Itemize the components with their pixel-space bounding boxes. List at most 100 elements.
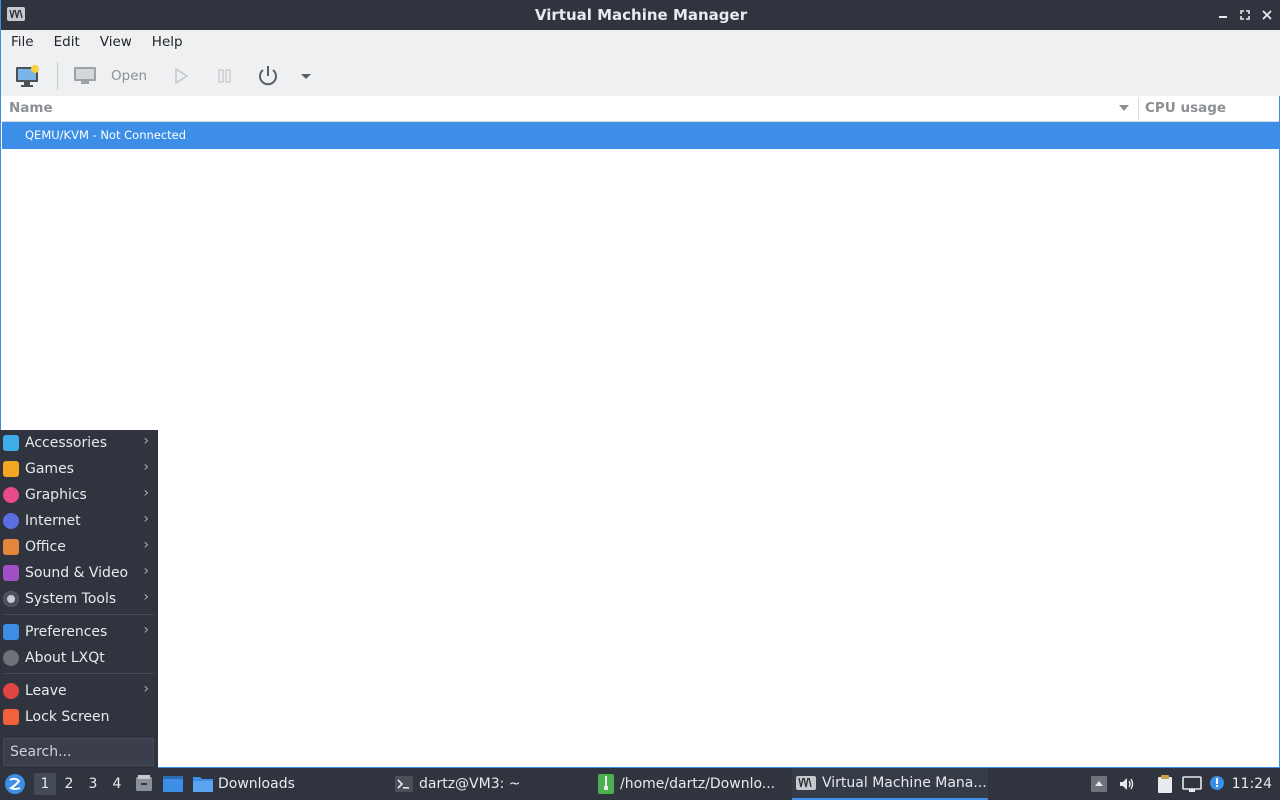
task-archive-label: /home/dartz/Downlo... — [620, 776, 776, 792]
menu-accessories-label: Accessories — [25, 435, 108, 451]
desktop-3-button[interactable]: 3 — [82, 773, 104, 795]
start-menu: Accessories › Games › Graphics › Interne… — [0, 430, 158, 768]
run-button[interactable] — [173, 62, 189, 90]
sort-down-icon[interactable] — [1117, 102, 1131, 114]
start-menu-button[interactable] — [4, 768, 26, 800]
play-icon — [175, 67, 189, 85]
lxqt-logo-icon — [5, 774, 25, 794]
menu-leave-label: Leave — [25, 683, 67, 699]
show-desktop-button[interactable] — [162, 768, 184, 800]
office-icon — [3, 539, 19, 555]
new-vm-icon — [16, 65, 39, 87]
shutdown-button[interactable] — [256, 62, 280, 90]
pause-button[interactable] — [217, 62, 233, 90]
archive-icon — [598, 774, 614, 794]
menu-edit[interactable]: Edit — [44, 30, 90, 56]
menu-bar: File Edit View Help — [1, 30, 1280, 56]
volume-icon — [1120, 778, 1134, 790]
menu-office[interactable]: Office › — [0, 534, 158, 560]
virt-manager-window: Virtual Machine Manager File Edit View H… — [0, 0, 1280, 768]
chevron-right-icon: › — [143, 622, 149, 638]
open-button[interactable]: Open — [73, 62, 147, 90]
terminal-icon — [395, 776, 413, 792]
connection-label: QEMU/KVM - Not Connected — [25, 128, 187, 142]
task-downloads[interactable]: Downloads — [192, 768, 382, 800]
network-button[interactable] — [1182, 768, 1202, 800]
network-icon — [1182, 776, 1202, 792]
menu-help[interactable]: Help — [142, 30, 193, 56]
minimize-button[interactable] — [1213, 5, 1233, 25]
menu-leave[interactable]: Leave › — [0, 678, 158, 704]
toolbar: Open — [1, 56, 1280, 96]
task-downloads-label: Downloads — [218, 776, 295, 792]
menu-separator — [4, 614, 154, 615]
sound-video-icon — [3, 565, 19, 581]
chevron-right-icon: › — [143, 537, 149, 553]
search-placeholder: Search... — [10, 744, 72, 760]
clipboard-icon — [1158, 775, 1172, 793]
column-name[interactable]: Name — [9, 100, 53, 116]
desktop-2-button[interactable]: 2 — [58, 773, 80, 795]
file-manager-launcher[interactable] — [134, 768, 154, 800]
menu-graphics-label: Graphics — [25, 487, 87, 503]
menu-lock-screen[interactable]: Lock Screen — [0, 704, 158, 730]
connection-row[interactable]: QEMU/KVM - Not Connected — [2, 122, 1279, 149]
window-title: Virtual Machine Manager — [534, 6, 748, 24]
monitor-icon — [74, 67, 96, 84]
menu-games-label: Games — [25, 461, 74, 477]
menu-graphics[interactable]: Graphics › — [0, 482, 158, 508]
power-icon — [259, 66, 277, 86]
task-terminal-label: dartz@VM3: ~ — [419, 776, 521, 792]
desktop-1-button[interactable]: 1 — [34, 773, 56, 795]
column-cpu-usage[interactable]: CPU usage — [1145, 100, 1226, 116]
clock[interactable]: 11:24 — [1232, 776, 1272, 792]
tray-expand-button[interactable] — [1090, 768, 1108, 800]
menu-preferences[interactable]: Preferences › — [0, 619, 158, 645]
chevron-right-icon: › — [143, 459, 149, 475]
show-desktop-icon — [163, 776, 183, 792]
tray-arrow-icon — [1091, 776, 1107, 792]
new-vm-button[interactable] — [15, 62, 41, 90]
menu-system-tools[interactable]: System Tools › — [0, 586, 158, 612]
task-terminal[interactable]: dartz@VM3: ~ — [394, 768, 590, 800]
updates-icon — [1210, 776, 1224, 790]
maximize-button[interactable] — [1235, 5, 1255, 25]
chevron-right-icon: › — [143, 563, 149, 579]
desktop-4-button[interactable]: 4 — [106, 773, 128, 795]
internet-icon — [3, 513, 19, 529]
power-icon — [3, 683, 19, 699]
info-icon — [3, 650, 19, 666]
menu-file[interactable]: File — [1, 30, 44, 56]
chevron-down-icon — [301, 74, 311, 79]
task-virt-manager[interactable]: Virtual Machine Mana... — [792, 768, 988, 800]
menu-view[interactable]: View — [90, 30, 142, 56]
menu-sound-video-label: Sound & Video — [25, 565, 129, 581]
taskbar: 1 2 3 4 Downloads dartz@VM3: ~ /home/dar… — [0, 768, 1280, 800]
file-manager-icon — [136, 775, 152, 791]
volume-button[interactable] — [1118, 768, 1136, 800]
graphics-icon — [3, 487, 19, 503]
lock-icon — [3, 709, 19, 725]
menu-internet[interactable]: Internet › — [0, 508, 158, 534]
menu-lock-label: Lock Screen — [25, 709, 110, 725]
preferences-icon — [3, 624, 19, 640]
close-button[interactable] — [1257, 5, 1277, 25]
shutdown-menu-button[interactable] — [299, 62, 313, 90]
clipboard-button[interactable] — [1156, 768, 1174, 800]
menu-about-label: About LXQt — [25, 650, 105, 666]
menu-search-input[interactable]: Search... — [3, 738, 154, 766]
chevron-right-icon: › — [143, 681, 149, 697]
system-tools-icon — [3, 591, 19, 607]
menu-separator — [4, 673, 154, 674]
menu-games[interactable]: Games › — [0, 456, 158, 482]
menu-internet-label: Internet — [25, 513, 81, 529]
title-bar[interactable]: Virtual Machine Manager — [1, 0, 1280, 30]
task-archive[interactable]: /home/dartz/Downlo... — [596, 768, 786, 800]
menu-about-lxqt[interactable]: About LXQt — [0, 645, 158, 671]
chevron-right-icon: › — [143, 433, 149, 449]
updates-button[interactable] — [1208, 768, 1226, 800]
menu-accessories[interactable]: Accessories › — [0, 430, 158, 456]
chevron-right-icon: › — [143, 589, 149, 605]
open-label: Open — [111, 68, 148, 84]
menu-sound-video[interactable]: Sound & Video › — [0, 560, 158, 586]
